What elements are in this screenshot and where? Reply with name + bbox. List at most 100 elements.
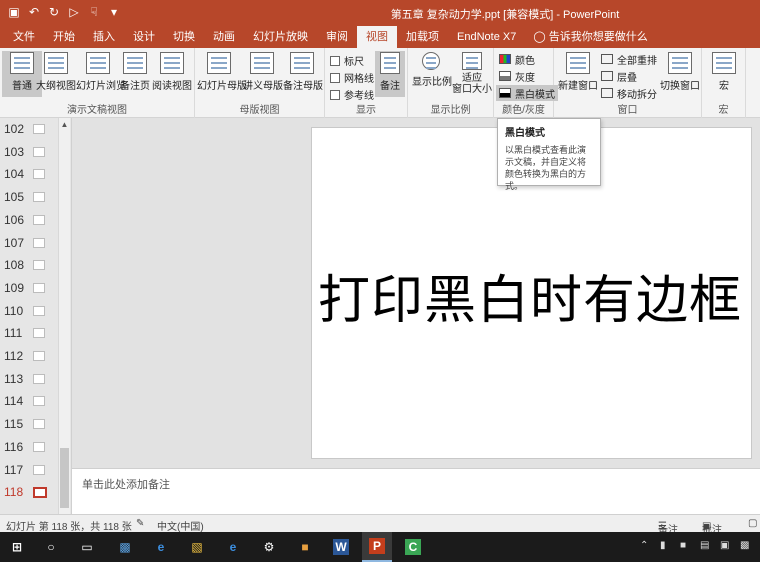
- tray-network-icon[interactable]: ▤: [700, 540, 709, 551]
- slide-thumbnail[interactable]: 104: [0, 163, 58, 185]
- tray-up-icon[interactable]: ⌃: [640, 540, 648, 551]
- guides-checkbox[interactable]: 参考线: [330, 87, 374, 102]
- zoom-button[interactable]: 显示比例: [412, 51, 452, 97]
- tooltip-title: 黑白模式: [505, 128, 545, 139]
- fit-to-window-button[interactable]: 适应 窗口大小: [452, 51, 492, 97]
- notes-page-button[interactable]: 备注页: [118, 51, 152, 97]
- app-icon[interactable]: ■: [290, 532, 320, 562]
- group-zoom: 显示比例 适应 窗口大小 显示比例: [408, 48, 494, 118]
- scrollbar-thumb[interactable]: [60, 448, 69, 508]
- edge-icon[interactable]: e: [146, 532, 176, 562]
- slide-thumbnail[interactable]: 116: [0, 436, 58, 458]
- tray-notification-icon[interactable]: ▩: [740, 540, 749, 551]
- black-white-button[interactable]: 黑白模式: [496, 85, 558, 101]
- cascade-icon: [601, 71, 613, 81]
- tab-design[interactable]: 设计: [124, 26, 164, 48]
- move-split-icon: [601, 88, 613, 98]
- slide-thumbnail[interactable]: 108: [0, 254, 58, 276]
- slide-editor-area: 打印黑白时有边框: [72, 118, 760, 468]
- slide-sorter-icon: [86, 52, 110, 74]
- slide-thumbnail[interactable]: 105: [0, 186, 58, 208]
- spellcheck-icon[interactable]: ✎: [136, 518, 144, 529]
- windows-start-icon[interactable]: ⊞: [2, 532, 32, 562]
- tab-animations[interactable]: 动画: [204, 26, 244, 48]
- slide-thumbnail[interactable]: 115: [0, 413, 58, 435]
- slide-thumbnail[interactable]: 110: [0, 300, 58, 322]
- tray-app-icon[interactable]: ■: [680, 540, 686, 551]
- lightbulb-icon: ◯: [533, 31, 549, 43]
- slide-thumbnail[interactable]: 111: [0, 322, 58, 344]
- normal-view-status-icon[interactable]: ▢: [748, 518, 757, 529]
- tab-transitions[interactable]: 切换: [164, 26, 204, 48]
- folder-app-icon[interactable]: ▩: [110, 532, 140, 562]
- color-button[interactable]: 颜色: [496, 51, 538, 67]
- slide-title-text[interactable]: 打印黑白时有边框: [318, 258, 742, 333]
- outline-view-button[interactable]: 大纲视图: [36, 51, 76, 97]
- slide-master-icon: [207, 52, 231, 74]
- tab-addins[interactable]: 加载项: [397, 26, 448, 48]
- group-window: 新建窗口 全部重排 层叠 移动拆分 切换窗口 窗口: [554, 48, 702, 118]
- tooltip-body: 以黑白模式查看此演示文稿，并自定义将颜色转换为黑白的方式。: [505, 145, 587, 191]
- language-status[interactable]: 中文(中国): [157, 518, 204, 533]
- slide-master-button[interactable]: 幻灯片母版: [197, 51, 247, 97]
- tab-review[interactable]: 审阅: [317, 26, 357, 48]
- black-white-swatch-icon: [499, 88, 511, 98]
- cortana-icon[interactable]: ○: [36, 532, 66, 562]
- ie-icon[interactable]: e: [218, 532, 248, 562]
- move-split-button[interactable]: 移动拆分: [598, 85, 660, 101]
- handout-master-button[interactable]: 讲义母版: [243, 51, 283, 97]
- grayscale-button[interactable]: 灰度: [496, 68, 538, 84]
- settings-icon[interactable]: ⚙: [254, 532, 284, 562]
- tell-me-search[interactable]: ◯ 告诉我你想要做什么: [533, 26, 647, 48]
- ruler-checkbox[interactable]: 标尺: [330, 53, 364, 68]
- color-swatch-icon: [499, 54, 511, 64]
- slide-thumbnail-current[interactable]: 118: [0, 481, 58, 503]
- normal-view-icon: [10, 52, 34, 74]
- task-view-icon[interactable]: ▭: [72, 532, 102, 562]
- handout-master-icon: [250, 52, 274, 74]
- magnifier-icon: [422, 52, 440, 70]
- reading-view-button[interactable]: 阅读视图: [152, 51, 192, 97]
- macros-button[interactable]: 宏: [704, 51, 744, 97]
- notes-placeholder: 单击此处添加备注: [82, 479, 170, 491]
- slide-thumbnail[interactable]: 117: [0, 459, 58, 481]
- slide-thumbnail[interactable]: 106: [0, 209, 58, 231]
- new-window-button[interactable]: 新建窗口: [558, 51, 598, 97]
- slide-thumbnail-panel: 102 103 104 105 106 107 108 109 110 111 …: [0, 118, 72, 514]
- slide-thumbnail[interactable]: 113: [0, 368, 58, 390]
- group-label: 母版视图: [239, 105, 280, 116]
- tray-battery-icon[interactable]: ▮: [660, 540, 666, 551]
- notes-master-button[interactable]: 备注母版: [283, 51, 323, 97]
- notes-pane[interactable]: 单击此处添加备注: [72, 468, 760, 514]
- arrange-all-icon: [601, 54, 613, 64]
- tab-endnote[interactable]: EndNote X7: [448, 26, 525, 48]
- slide-thumbnail[interactable]: 112: [0, 345, 58, 367]
- tab-file[interactable]: 文件: [4, 26, 44, 48]
- slide-thumbnail[interactable]: 114: [0, 390, 58, 412]
- scroll-up-icon[interactable]: ▲: [60, 120, 69, 129]
- file-explorer-icon[interactable]: ▧: [182, 532, 212, 562]
- cascade-button[interactable]: 层叠: [598, 68, 640, 84]
- group-macro: 宏 宏: [702, 48, 746, 118]
- tray-app2-icon[interactable]: ▣: [720, 540, 729, 551]
- notes-toggle-button[interactable]: 备注: [375, 51, 405, 97]
- tab-view[interactable]: 视图: [357, 26, 397, 48]
- powerpoint-icon[interactable]: P: [362, 532, 392, 562]
- tab-insert[interactable]: 插入: [84, 26, 124, 48]
- switch-window-button[interactable]: 切换窗口: [660, 51, 700, 97]
- slide-sorter-button[interactable]: 幻灯片浏览: [76, 51, 126, 97]
- tab-home[interactable]: 开始: [44, 26, 84, 48]
- slide-thumbnail[interactable]: 109: [0, 277, 58, 299]
- tab-slideshow[interactable]: 幻灯片放映: [244, 26, 317, 48]
- word-icon[interactable]: W: [326, 532, 356, 562]
- slide-thumbnail[interactable]: 103: [0, 141, 58, 163]
- arrange-all-button[interactable]: 全部重排: [598, 51, 660, 67]
- notes-icon: [380, 52, 400, 74]
- slide-thumbnail[interactable]: 107: [0, 232, 58, 254]
- camtasia-icon[interactable]: C: [398, 532, 428, 562]
- slide-thumbnail[interactable]: 102: [0, 118, 58, 140]
- gridlines-checkbox[interactable]: 网格线: [330, 70, 374, 85]
- thumbnail-scrollbar[interactable]: ▲: [58, 118, 70, 514]
- group-label: 显示: [356, 105, 376, 116]
- group-color-grayscale: 颜色 灰度 黑白模式 颜色/灰度: [494, 48, 558, 118]
